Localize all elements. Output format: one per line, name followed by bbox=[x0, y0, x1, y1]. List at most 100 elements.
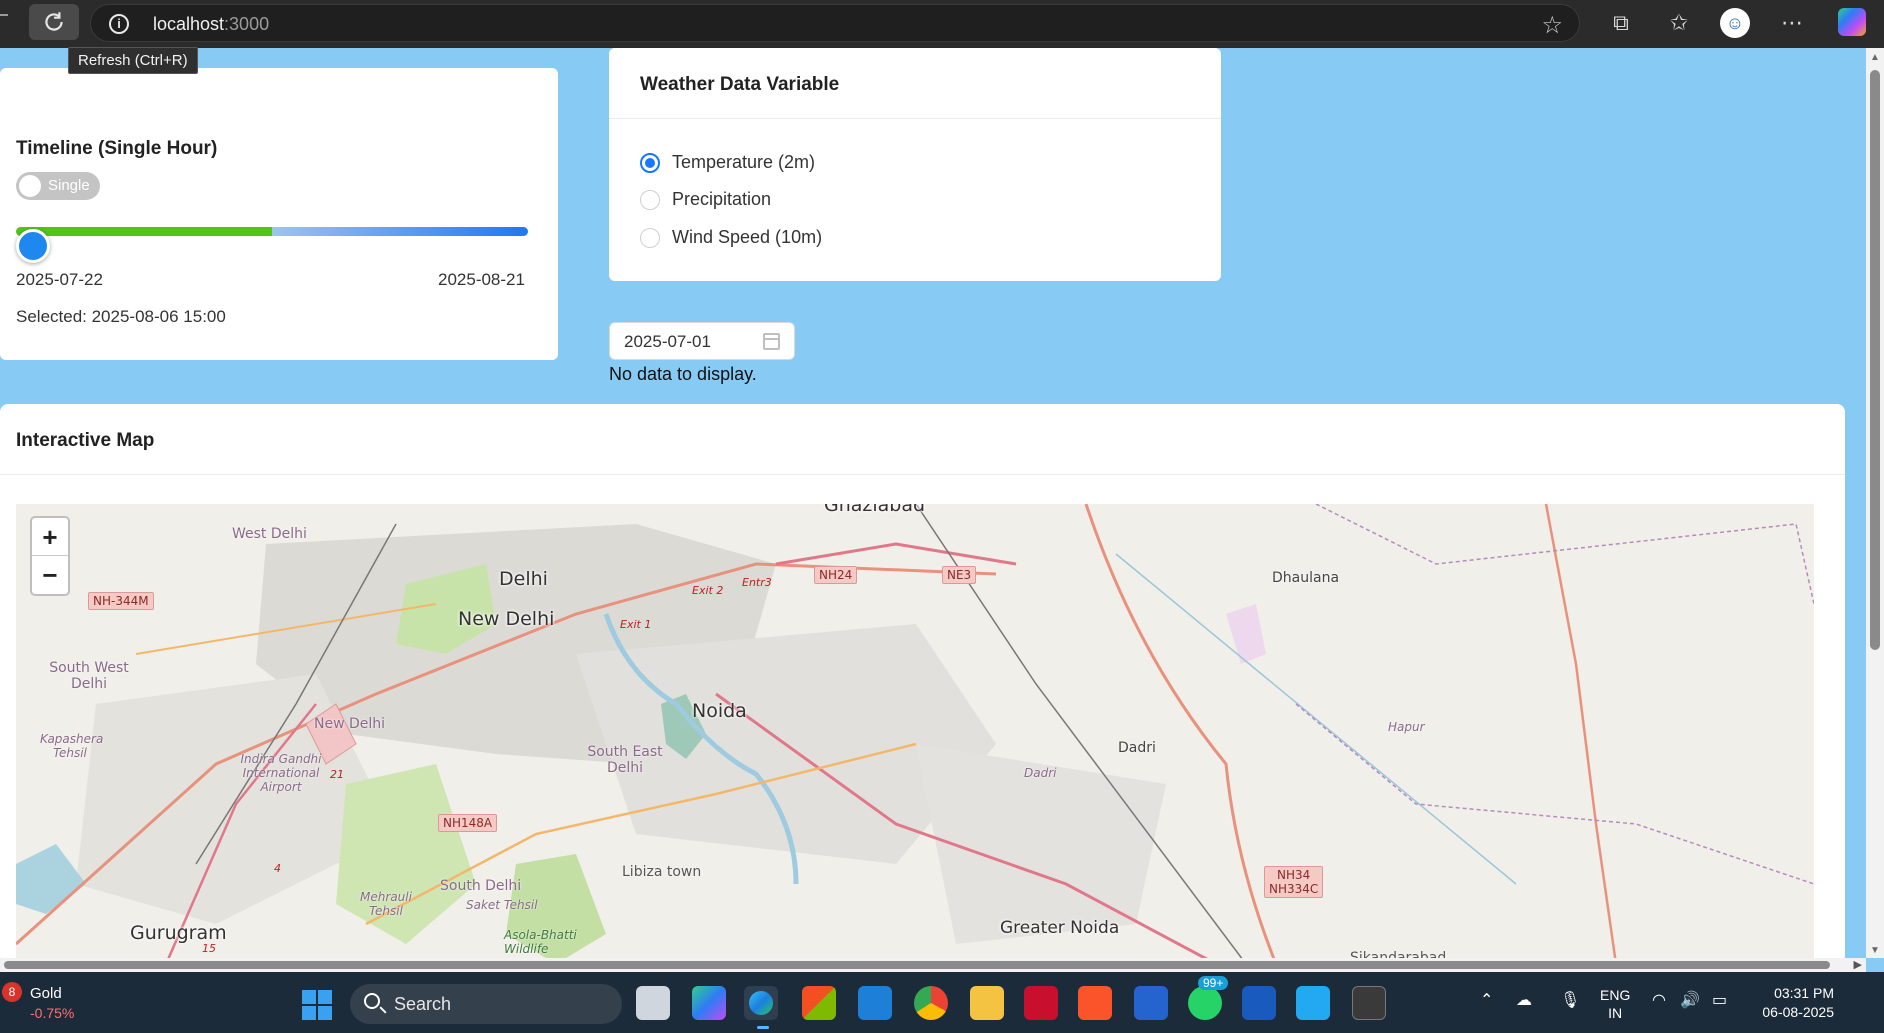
wifi-icon[interactable]: ◠ bbox=[1652, 990, 1666, 1010]
radio-precipitation[interactable]: Precipitation bbox=[640, 189, 771, 210]
whatsapp-badge: 99+ bbox=[1198, 976, 1229, 990]
radio-label: Wind Speed (10m) bbox=[672, 227, 823, 247]
single-toggle[interactable]: Single bbox=[16, 172, 100, 200]
no-data-message: No data to display. bbox=[609, 364, 757, 384]
radio-label: Temperature (2m) bbox=[672, 152, 816, 172]
map-label-dhaulana: Dhaulana bbox=[1272, 570, 1340, 586]
timeline-slider-handle[interactable] bbox=[16, 229, 50, 263]
card-divider bbox=[0, 474, 1845, 475]
taskbar-search[interactable]: Search bbox=[350, 984, 622, 1024]
date-picker-input[interactable]: 2025-07-01 bbox=[609, 322, 795, 360]
timeline-selected-text: Selected: 2025-08-06 15:00 bbox=[16, 307, 226, 326]
brave-icon[interactable] bbox=[1078, 986, 1112, 1020]
scroll-up-arrow-icon[interactable]: ▲ bbox=[1870, 52, 1880, 63]
site-info-icon[interactable]: i bbox=[109, 14, 129, 34]
map-label-route-15: 15 bbox=[202, 942, 216, 955]
road-shield-nh24: NH24 bbox=[814, 566, 858, 584]
timeline-start-date: 2025-07-22 bbox=[16, 270, 103, 289]
map-label-libiza: Libiza town bbox=[622, 864, 702, 880]
map-label-hapur: Hapur bbox=[1388, 720, 1425, 734]
system-clock[interactable]: 03:31 PM 06-08-2025 bbox=[1752, 984, 1834, 1022]
copilot-app-icon[interactable] bbox=[692, 986, 726, 1020]
radio-temperature[interactable]: Temperature (2m) bbox=[640, 152, 815, 173]
map-label-exit3: Entr3 bbox=[742, 576, 772, 589]
map-tiles bbox=[16, 504, 1814, 964]
road-shield-nh34: NH34 NH334C bbox=[1264, 866, 1324, 898]
radio-button[interactable] bbox=[640, 227, 660, 248]
calendar-icon[interactable] bbox=[763, 333, 780, 350]
file-explorer-icon[interactable] bbox=[970, 986, 1004, 1020]
chrome-icon[interactable] bbox=[914, 986, 948, 1020]
task-view-icon[interactable] bbox=[636, 986, 670, 1020]
favorite-star-icon[interactable]: ☆ bbox=[1541, 11, 1563, 40]
volume-icon[interactable]: 🔊 bbox=[1680, 990, 1700, 1010]
whatsapp-icon[interactable]: 99+ bbox=[1188, 976, 1229, 1020]
onedrive-icon[interactable]: ☁ bbox=[1516, 990, 1532, 1010]
refresh-button[interactable] bbox=[29, 4, 79, 40]
map-label-new-delhi-district: New Delhi bbox=[314, 716, 386, 732]
map-label-kapashera: Kapashera Tehsil bbox=[40, 732, 104, 760]
map-label-asola: Asola-Bhatti Wildlife bbox=[504, 928, 577, 956]
date-value: 2025-07-01 bbox=[624, 332, 711, 351]
map-card: Interactive Map + − Ghaziabad West Delhi… bbox=[0, 404, 1845, 964]
copilot-icon[interactable] bbox=[1838, 8, 1866, 36]
map-label-noida: Noida bbox=[692, 700, 747, 722]
tray-overflow-icon[interactable]: ⌃ bbox=[1480, 990, 1493, 1010]
map-label-dadri: Dadri bbox=[1118, 740, 1156, 756]
edge-browser-icon[interactable] bbox=[744, 986, 778, 1020]
address-bar[interactable]: i localhost:3000 ☆ bbox=[90, 4, 1580, 42]
windows-taskbar: 8 Gold -0.75% Search 99+ ⌃ ☁ 🎙 ENG IN ◠ 🔊… bbox=[0, 972, 1884, 1033]
mcafee-icon[interactable] bbox=[1024, 986, 1058, 1020]
language-indicator[interactable]: ENG IN bbox=[1600, 986, 1630, 1022]
ticker-count-badge: 8 bbox=[2, 982, 22, 1002]
card-divider bbox=[609, 118, 1221, 119]
road-shield-nh148a: NH148A bbox=[438, 814, 498, 832]
ticker-name[interactable]: Gold bbox=[30, 985, 62, 1002]
map-label-route-4: 4 bbox=[274, 862, 281, 875]
zoom-out-button[interactable]: − bbox=[32, 556, 68, 594]
timeline-card: Timeline (Single Hour) Single 2025-07-22… bbox=[0, 68, 558, 360]
refresh-icon bbox=[45, 12, 63, 31]
toggle-knob bbox=[19, 175, 41, 197]
radio-button[interactable] bbox=[640, 189, 660, 210]
scroll-down-arrow-icon[interactable]: ▼ bbox=[1870, 945, 1880, 956]
map-label-airport: Indira Gandhi International Airport bbox=[240, 752, 322, 794]
timeline-title: Timeline (Single Hour) bbox=[16, 138, 218, 159]
map-label-exit2: Exit 2 bbox=[692, 584, 724, 597]
scroll-right-arrow-icon[interactable]: ▶ bbox=[1854, 958, 1862, 971]
map-label-mehrauli: Mehrauli Tehsil bbox=[360, 890, 412, 918]
timeline-end-date: 2025-08-21 bbox=[438, 270, 525, 289]
extensions-icon[interactable]: ⧉ bbox=[1606, 8, 1636, 38]
favorites-icon[interactable]: ✩ bbox=[1664, 8, 1694, 38]
vscode-icon[interactable] bbox=[1296, 986, 1330, 1020]
radio-button-checked[interactable] bbox=[640, 152, 660, 173]
horizontal-scroll-thumb[interactable] bbox=[4, 961, 1830, 969]
ms-store-icon[interactable] bbox=[802, 986, 836, 1020]
weather-variable-title: Weather Data Variable bbox=[640, 74, 840, 95]
zoom-in-button[interactable]: + bbox=[32, 518, 68, 556]
terminal-icon[interactable] bbox=[1352, 986, 1386, 1020]
map-label-west-delhi: West Delhi bbox=[232, 526, 307, 542]
battery-icon[interactable]: ▭ bbox=[1712, 990, 1727, 1010]
vertical-scrollbar[interactable]: ▲ ▼ bbox=[1866, 48, 1884, 958]
map-label-gurugram: Gurugram bbox=[130, 922, 227, 944]
windows-start-icon[interactable] bbox=[302, 990, 332, 1020]
map-label-route-21: 21 bbox=[330, 768, 344, 781]
word-icon[interactable] bbox=[1242, 986, 1276, 1020]
url-text: localhost:3000 bbox=[153, 14, 270, 34]
todo-icon[interactable] bbox=[1134, 986, 1168, 1020]
profile-avatar[interactable]: ☺ bbox=[1720, 8, 1750, 38]
active-app-indicator bbox=[757, 1026, 769, 1029]
map-zoom-control: + − bbox=[30, 516, 70, 596]
microphone-icon[interactable]: 🎙 bbox=[1560, 990, 1580, 1010]
weather-variable-card: Weather Data Variable Temperature (2m) P… bbox=[609, 48, 1221, 281]
more-menu-icon[interactable]: ⋯ bbox=[1777, 8, 1807, 38]
horizontal-scrollbar[interactable]: ▶ bbox=[0, 958, 1866, 972]
ticker-change: -0.75% bbox=[30, 1005, 75, 1021]
back-button-edge[interactable] bbox=[0, 14, 8, 16]
radio-wind-speed[interactable]: Wind Speed (10m) bbox=[640, 227, 822, 248]
vertical-scroll-thumb[interactable] bbox=[1870, 70, 1880, 650]
interactive-map[interactable]: + − Ghaziabad West Delhi Delhi New Delhi… bbox=[16, 504, 1814, 964]
myhp-icon[interactable] bbox=[858, 986, 892, 1020]
map-label-south-west-delhi: South West Delhi bbox=[49, 660, 129, 692]
